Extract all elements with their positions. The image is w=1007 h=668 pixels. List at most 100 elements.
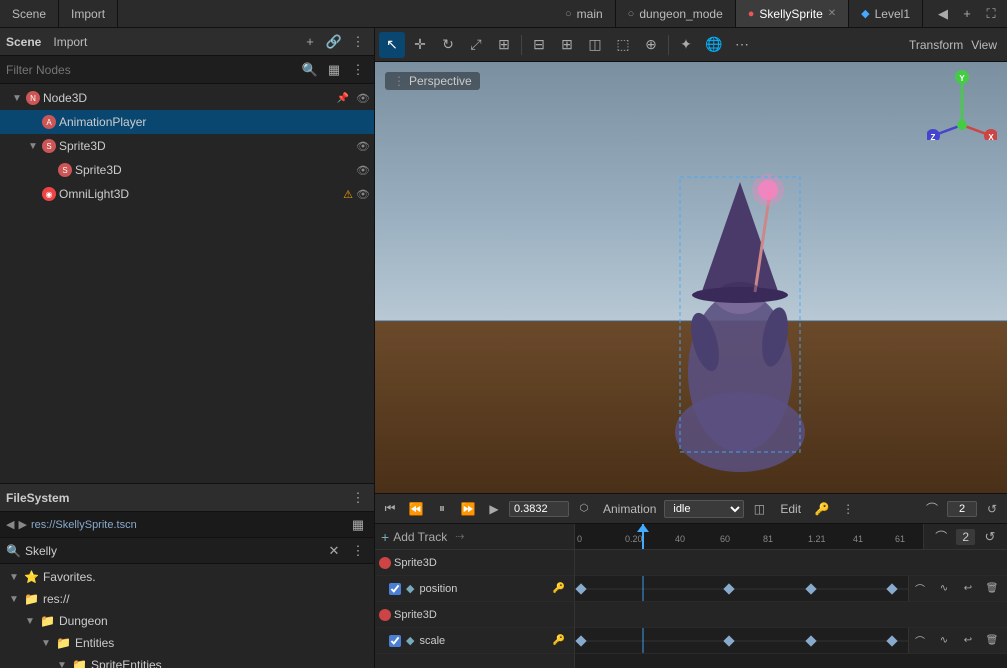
- track-header-scale: ◆ scale 🔑: [375, 628, 574, 654]
- perspective-label: ⋮ Perspective: [385, 72, 480, 90]
- kf-scale-wave-btn[interactable]: ∿: [933, 630, 955, 652]
- fullscreen-icon[interactable]: ⛶: [981, 4, 1001, 24]
- scene-more-icon[interactable]: ⋮: [348, 60, 368, 80]
- loop-count-input[interactable]: [947, 501, 977, 517]
- fs-item-res[interactable]: ▼ 📁 res://: [0, 588, 374, 610]
- add-tab-icon[interactable]: +: [957, 4, 977, 24]
- svg-text:40: 40: [675, 534, 685, 544]
- anim-step-back-btn[interactable]: ⏪: [405, 498, 427, 520]
- tree-item-omnilight3d[interactable]: ◉ OmniLight3D ⚠ 👁: [0, 182, 374, 206]
- kf-pos-undo-btn[interactable]: ↩: [957, 578, 979, 600]
- track-pos-key-icon[interactable]: 🔑: [548, 578, 570, 600]
- res-arrow: ▼: [8, 594, 20, 605]
- tab-level1[interactable]: ◆ Level1: [849, 0, 923, 27]
- tab-dungeon-mode[interactable]: ○ dungeon_mode: [616, 0, 736, 27]
- time-input[interactable]: [509, 501, 569, 517]
- loop-curve-icon[interactable]: ⌒: [930, 526, 952, 548]
- tab-scene[interactable]: Scene: [0, 0, 59, 27]
- time-spin-icon[interactable]: ⬡: [573, 498, 595, 520]
- sprite3d-child-icon: S: [58, 163, 72, 177]
- anim-play-btn[interactable]: ▶: [483, 498, 505, 520]
- track-pos-checkbox[interactable]: [389, 583, 401, 595]
- loop-refresh-icon[interactable]: ↺: [979, 526, 1001, 548]
- kf-pos-wave-btn[interactable]: ∿: [933, 578, 955, 600]
- anim-step-fwd-btn[interactable]: ⏩: [457, 498, 479, 520]
- anim-edit-btn[interactable]: Edit: [774, 498, 807, 520]
- kf-row-position[interactable]: ⌒ ∿ ↩ 🗑: [575, 576, 1007, 602]
- fs-filter-icon[interactable]: ⋮: [348, 541, 368, 561]
- kf-row-scale[interactable]: ⌒ ∿ ↩ 🗑: [575, 628, 1007, 654]
- anim-curve-icon[interactable]: ⌒: [921, 498, 943, 520]
- import-label[interactable]: Import: [49, 32, 91, 52]
- scene-options-icon[interactable]: ▦: [324, 60, 344, 80]
- search-input[interactable]: [6, 63, 296, 77]
- tracks-area: + Add Track ⇢ Sprite3D ◆ position: [375, 524, 1007, 668]
- filter-nodes-more[interactable]: ⋮: [348, 32, 368, 52]
- add-track-bar[interactable]: + Add Track ⇢: [375, 524, 574, 550]
- fs-search-icon: 🔍: [6, 544, 21, 558]
- fs-clear-icon[interactable]: ✕: [324, 541, 344, 561]
- fs-item-favorites[interactable]: ▼ ⭐ Favorites.: [0, 566, 374, 588]
- add-track-plus-icon: +: [381, 529, 389, 545]
- search-icon[interactable]: 🔍: [300, 60, 320, 80]
- tab-skelly-sprite[interactable]: ● SkellySprite ✕: [736, 0, 849, 27]
- node3d-pin-icon[interactable]: 📌: [333, 88, 353, 108]
- track-scale-checkbox[interactable]: [389, 635, 401, 647]
- rotate-tool-btn[interactable]: ↻: [435, 32, 461, 58]
- path-back-icon[interactable]: ◀: [6, 518, 14, 531]
- scale-tool-btn[interactable]: ⤢: [463, 32, 489, 58]
- kf-scale-delete-btn[interactable]: 🗑: [981, 630, 1003, 652]
- track-scale-key-icon[interactable]: 🔑: [548, 630, 570, 652]
- link-icon[interactable]: 🔗: [324, 32, 344, 52]
- fs-item-dungeon[interactable]: ▼ 📁 Dungeon: [0, 610, 374, 632]
- mode-btn[interactable]: ⊕: [638, 32, 664, 58]
- move-tool-btn[interactable]: ✛: [407, 32, 433, 58]
- anim-options-icon[interactable]: ◫: [748, 498, 770, 520]
- world-btn[interactable]: 🌐: [701, 32, 727, 58]
- viewport[interactable]: ⋮ Perspective Y X Z: [375, 62, 1007, 493]
- add-node-icon[interactable]: +: [300, 32, 320, 52]
- tree-item-node3d[interactable]: ▼ N Node3D 📌 👁: [0, 86, 374, 110]
- tab-import[interactable]: Import: [59, 0, 118, 27]
- tab-main[interactable]: ○ main: [553, 0, 616, 27]
- view-more-btn[interactable]: ⋯: [729, 32, 755, 58]
- animation-name-select[interactable]: idle walk run: [664, 500, 744, 518]
- timeline-area: ⏮ ⏪ ⏸ ⏩ ▶ ⬡ Animation idle walk run ◫ Ed…: [375, 493, 1007, 668]
- tree-item-sprite3d-child[interactable]: S Sprite3D 👁: [0, 158, 374, 182]
- tree-item-animationplayer[interactable]: A AnimationPlayer: [0, 110, 374, 134]
- node3d-icon: N: [26, 91, 40, 105]
- node3d-eye-icon[interactable]: 👁: [356, 92, 370, 105]
- omni-label: OmniLight3D: [59, 187, 340, 201]
- viewport-btn2[interactable]: ⬚: [610, 32, 636, 58]
- kf-scale-curve-btn[interactable]: ⌒: [909, 630, 931, 652]
- kf-pos-delete-btn[interactable]: 🗑: [981, 578, 1003, 600]
- anim-loop-icon[interactable]: ↺: [981, 498, 1003, 520]
- anim-key-icon[interactable]: 🔑: [811, 498, 833, 520]
- fs-item-entities[interactable]: ▼ 📁 Entities: [0, 632, 374, 654]
- prev-tab-icon[interactable]: ◀: [933, 4, 953, 24]
- layout-icon[interactable]: ▦: [348, 515, 368, 535]
- anim-pause-btn[interactable]: ⏸: [431, 498, 453, 520]
- kf-spacer-1: [575, 550, 1007, 576]
- grid-btn[interactable]: ⊞: [554, 32, 580, 58]
- tree-item-sprite3d-group[interactable]: ▼ S Sprite3D 👁: [0, 134, 374, 158]
- tab-close-icon[interactable]: ✕: [828, 8, 836, 19]
- node3d-arrow: ▼: [11, 93, 23, 104]
- omni-eye-icon[interactable]: 👁: [356, 188, 370, 201]
- fs-more-icon[interactable]: ⋮: [348, 488, 368, 508]
- path-forward-icon[interactable]: ▶: [18, 518, 26, 531]
- sprite3d-child-eye-icon[interactable]: 👁: [356, 164, 370, 177]
- select-tool-btn[interactable]: ↖: [379, 32, 405, 58]
- snap-btn[interactable]: ⊟: [526, 32, 552, 58]
- anim-rewind-btn[interactable]: ⏮: [379, 498, 401, 520]
- kf-pos-curve-btn[interactable]: ⌒: [909, 578, 931, 600]
- transform-tool-btn[interactable]: ⊞: [491, 32, 517, 58]
- camera-btn[interactable]: ◫: [582, 32, 608, 58]
- fs-search-input[interactable]: [25, 544, 320, 558]
- light-btn[interactable]: ✦: [673, 32, 699, 58]
- track-header-sprite3d-node: Sprite3D: [375, 550, 574, 576]
- sprite3d-group-eye-icon[interactable]: 👁: [356, 140, 370, 153]
- fs-item-sprite-entities[interactable]: ▼ 📁 SpriteEntities: [0, 654, 374, 668]
- kf-scale-undo-btn[interactable]: ↩: [957, 630, 979, 652]
- anim-more-icon[interactable]: ⋮: [837, 498, 859, 520]
